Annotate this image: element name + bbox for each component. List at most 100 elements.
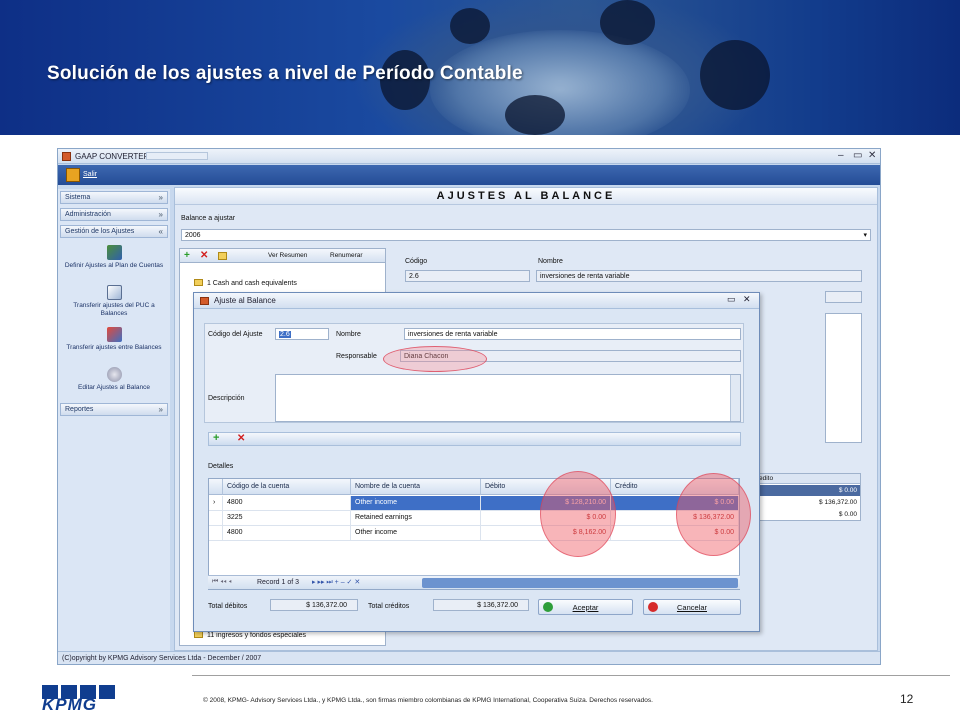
app-title: GAAP CONVERTER - — [75, 152, 155, 161]
folder-icon — [194, 631, 203, 638]
grid-cell-nombre[interactable]: Other income — [351, 496, 481, 511]
codigo-ajuste-label: Código del Ajuste — [208, 331, 263, 338]
nav-section-sistema[interactable]: Sistema » — [60, 191, 168, 204]
horizontal-scrollbar[interactable] — [422, 578, 738, 588]
credito-highlight — [676, 473, 751, 556]
minimize-button[interactable]: – — [838, 150, 844, 161]
nav-section-administracion[interactable]: Administración » — [60, 208, 168, 221]
row-indicator — [209, 511, 223, 526]
slide: Solución de los ajustes a nivel de Perío… — [0, 0, 960, 720]
add-icon[interactable]: + — [184, 250, 190, 261]
responsable-label: Responsable — [336, 353, 377, 360]
nombre-dialog-label: Nombre — [336, 331, 361, 338]
dialog-icon — [200, 297, 209, 305]
nav-item-transferir-balances[interactable]: Transferir ajustes entre Balances — [62, 327, 166, 352]
ver-resumen-button[interactable]: Ver Resumen — [268, 252, 307, 259]
kpmg-logo: KPMG — [42, 685, 118, 714]
main-header: AJUSTES AL BALANCE — [175, 188, 877, 205]
nav-item-label: Transferir ajustes entre Balances — [66, 344, 162, 351]
banner-figure — [600, 0, 655, 45]
nav-section-reportes[interactable]: Reportes » — [60, 403, 168, 416]
cancelar-button[interactable]: Cancelar — [643, 599, 741, 615]
tree-item-label: 1 Cash and cash equivalents — [206, 280, 297, 287]
chevron-down-icon: ▾ — [863, 232, 867, 239]
nombre-dialog-value: inversiones de renta variable — [408, 331, 498, 338]
description-area[interactable] — [825, 313, 862, 443]
banner-figure — [450, 8, 490, 44]
nav-item-editar-ajustes[interactable]: Editar Ajustes al Balance — [62, 367, 166, 392]
descripcion-label: Descripción — [208, 395, 245, 402]
nav-item-definir-ajustes[interactable]: Definir Ajustes al Plan de Cuentas — [62, 245, 166, 270]
grid-cell-codigo[interactable]: 3225 — [223, 511, 351, 526]
summary-grid-cell: $ 0.00 — [756, 485, 860, 496]
nombre-field[interactable]: inversiones de renta variable — [536, 270, 862, 282]
tree-toolbar: + ✕ Ver Resumen Renumerar — [179, 248, 386, 263]
nombre-label: Nombre — [538, 258, 563, 265]
secondary-field[interactable] — [825, 291, 862, 303]
aceptar-label: Aceptar — [572, 603, 599, 612]
footer-divider — [192, 675, 950, 676]
dialog-restore-button[interactable]: ▭ — [727, 294, 736, 305]
balance-select[interactable]: 2006 ▾ — [181, 229, 871, 241]
codigo-label: Código — [405, 258, 428, 265]
total-debitos-value: $ 136,372.00 — [306, 602, 347, 609]
close-button[interactable]: ✕ — [868, 150, 876, 161]
grid-cell-codigo[interactable]: 4800 — [223, 526, 351, 541]
nombre-dialog-input[interactable]: inversiones de renta variable — [404, 328, 741, 340]
grid-cell-nombre[interactable]: Retained earnings — [351, 511, 481, 526]
restore-button[interactable]: ▭ — [853, 150, 862, 161]
descripcion-textarea[interactable] — [275, 374, 741, 422]
app-toolbar: Salir — [58, 165, 880, 185]
row-indicator-header — [209, 479, 223, 495]
left-nav: Sistema » Administración » Gestión de lo… — [58, 189, 170, 651]
slide-title: Solución de los ajustes a nivel de Perío… — [47, 63, 523, 84]
nombre-value: inversiones de renta variable — [540, 273, 630, 280]
nav-next-icon[interactable]: ▸ ▸▸ ⏭ + – ✓ ✕ — [312, 578, 360, 587]
cancel-icon — [648, 602, 658, 612]
total-debitos-label: Total débitos — [208, 603, 248, 610]
tree-item[interactable]: 1 Cash and cash equivalents — [194, 279, 297, 287]
summary-grid-cell: $ 136,372.00 — [819, 499, 857, 506]
total-creditos-field: $ 136,372.00 — [433, 599, 529, 611]
renumerar-button[interactable]: Renumerar — [330, 252, 363, 259]
grid-header-nombre[interactable]: Nombre de la cuenta — [351, 479, 481, 495]
add-row-icon[interactable]: + — [213, 432, 219, 444]
transfer-balances-icon — [106, 327, 122, 342]
nav-section-label: Administración — [65, 211, 111, 218]
aceptar-button[interactable]: Aceptar — [538, 599, 633, 615]
delete-icon[interactable]: ✕ — [200, 250, 208, 261]
nav-item-transferir-puc[interactable]: Transferir ajustes del PUC a Balances — [62, 285, 166, 318]
balance-label: Balance a ajustar — [181, 215, 236, 222]
grid-header-codigo[interactable]: Código de la cuenta — [223, 479, 351, 495]
transfer-document-icon — [106, 285, 122, 300]
define-adjustments-icon — [106, 245, 122, 260]
dialog-close-button[interactable]: ✕ — [743, 294, 751, 305]
tree-item-label: 11 ingresos y fondos especiales — [206, 632, 307, 639]
codigo-ajuste-input[interactable]: 2.6 — [275, 328, 329, 340]
banner-figure — [505, 95, 565, 135]
codigo-field[interactable]: 2.6 — [405, 270, 530, 282]
cancelar-label: Cancelar — [676, 603, 707, 612]
folder-icon[interactable] — [218, 252, 227, 260]
nav-section-label: Reportes — [65, 406, 94, 413]
details-toolbar: + ✕ — [208, 432, 741, 446]
salir-button[interactable]: Salir — [83, 171, 97, 178]
tree-item[interactable]: 11 ingresos y fondos especiales — [194, 631, 306, 639]
record-navigator: ⏮ ◂◂ ◂ Record 1 of 3 ▸ ▸▸ ⏭ + – ✓ ✕ — [208, 575, 740, 589]
grid-cell-codigo[interactable]: 4800 — [223, 496, 351, 511]
grid-cell-nombre[interactable]: Other income — [351, 526, 481, 541]
redacted-title-box — [146, 152, 208, 160]
logo-square — [99, 685, 115, 699]
record-counter: Record 1 of 3 — [257, 579, 300, 586]
row-indicator: › — [209, 496, 223, 511]
chevron-down-icon: » — [158, 405, 163, 414]
nav-section-gestion-ajustes[interactable]: Gestión de los Ajustes « — [60, 225, 168, 238]
delete-row-icon[interactable]: ✕ — [237, 433, 245, 444]
exit-icon[interactable] — [66, 168, 80, 182]
scrollbar[interactable] — [730, 375, 740, 421]
total-creditos-value: $ 136,372.00 — [477, 602, 518, 609]
nav-item-label: Editar Ajustes al Balance — [78, 384, 150, 391]
nav-first-icon[interactable]: ⏮ ◂◂ ◂ — [212, 578, 232, 586]
dialog-title: Ajuste al Balance — [214, 296, 276, 305]
details-grid[interactable]: Código de la cuenta Nombre de la cuenta … — [208, 478, 740, 590]
